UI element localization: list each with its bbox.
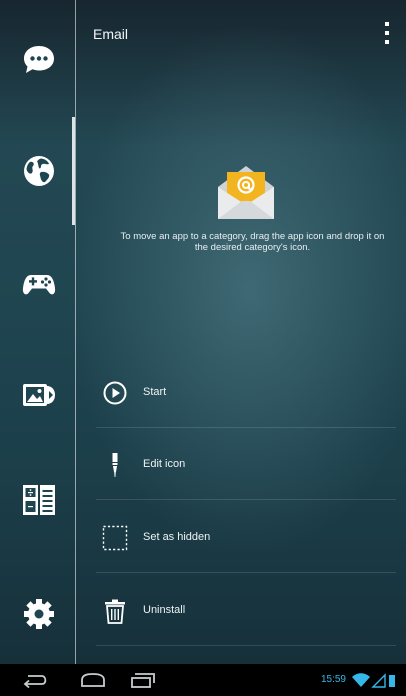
wifi-icon [352,673,370,687]
category-settings[interactable] [21,596,57,632]
clock: 15:59 [320,674,346,685]
status-icons [352,673,395,688]
category-office[interactable] [21,482,57,518]
play-circle-icon [102,380,128,406]
app-screen: Email To move an app to a category, drag… [0,0,406,664]
signal-icon [371,673,386,688]
gear-icon [24,599,54,629]
globe-icon [24,156,54,186]
category-chat[interactable] [21,42,57,78]
media-icon [23,384,55,406]
back-icon[interactable] [20,670,50,690]
recent-apps-icon[interactable] [127,670,157,690]
start-action[interactable]: Start [96,356,396,428]
trash-icon [102,598,128,624]
brush-icon [102,452,128,478]
chat-bubble-icon [24,46,54,73]
set-hidden-label: Set as hidden [143,531,211,543]
start-label: Start [143,386,167,398]
calculator-document-icon [23,485,55,515]
category-games[interactable] [21,266,57,302]
category-media[interactable] [21,377,57,413]
email-envelope-icon [218,166,274,219]
uninstall-label: Uninstall [143,604,186,616]
gamepad-icon [22,275,56,295]
battery-icon [389,675,395,687]
overflow-menu-icon[interactable] [380,20,394,46]
system-nav-bar: 15:59 [0,664,406,696]
set-hidden-action[interactable]: Set as hidden [96,501,396,573]
category-internet[interactable] [21,153,57,189]
app-title: Email [93,26,129,42]
active-category-indicator [72,117,75,225]
category-sidebar [0,0,76,664]
edit-icon-label: Edit icon [143,458,186,470]
edit-icon-action[interactable]: Edit icon [96,428,396,500]
drag-hint-text: To move an app to a category, drag the a… [120,231,385,253]
dashed-square-icon [102,525,128,551]
home-icon[interactable] [78,670,108,690]
uninstall-action[interactable]: Uninstall [96,574,396,646]
